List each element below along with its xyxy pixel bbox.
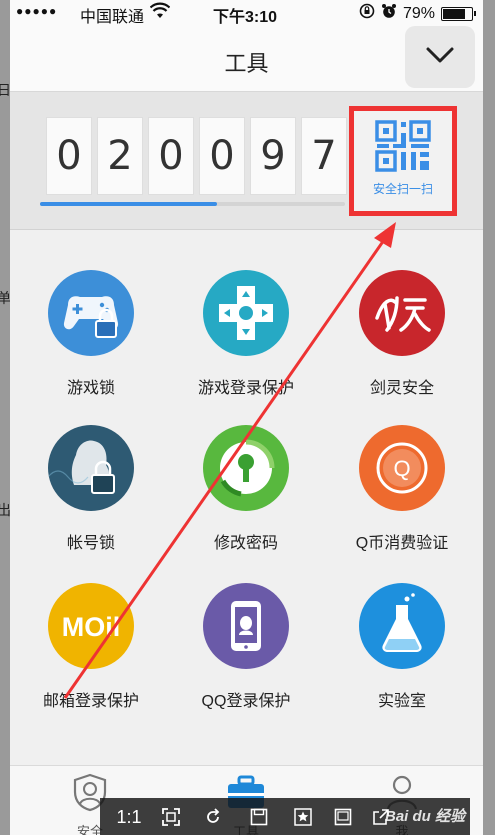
tool-game-login-protect[interactable]: 游戏登录保护 xyxy=(171,270,321,398)
flask-icon xyxy=(359,583,445,669)
counter-digit: 7 xyxy=(301,117,347,195)
counter-digit: 9 xyxy=(250,117,296,195)
tool-label: 实验室 xyxy=(377,693,426,710)
svg-text:MOil: MOil xyxy=(62,612,121,642)
window-icon[interactable] xyxy=(330,804,356,830)
phone-screen: ●●●●● 中国联通 下午3:10 79% 工具 0 2 0 0 9 7 安全扫… xyxy=(10,0,483,835)
phone-qq-icon xyxy=(203,583,289,669)
collapse-button[interactable] xyxy=(405,26,475,88)
progress-fill xyxy=(40,202,217,206)
right-edge-strip xyxy=(483,0,495,835)
wifi-icon xyxy=(149,2,171,25)
favorite-icon[interactable] xyxy=(290,804,316,830)
watermark: Bai du 经验 xyxy=(384,808,465,825)
jianling-logo-icon xyxy=(359,270,445,356)
qr-code-icon xyxy=(373,119,433,178)
keyhole-icon xyxy=(203,425,289,511)
security-counter: 0 2 0 0 9 7 安全扫一扫 xyxy=(10,92,483,230)
counter-digit: 0 xyxy=(46,117,92,195)
signal-strength: ●●●●● xyxy=(16,4,58,18)
tool-game-lock[interactable]: 游戏锁 xyxy=(16,270,166,398)
tool-label: 游戏锁 xyxy=(66,380,115,397)
tool-mail-login-protect[interactable]: MOil 邮箱登录保护 xyxy=(16,583,166,711)
dpad-icon xyxy=(203,270,289,356)
zoom-ratio-button[interactable]: 1:1 xyxy=(114,804,144,830)
chevron-down-icon xyxy=(425,46,455,69)
status-right: 79% xyxy=(359,3,476,24)
battery-icon xyxy=(441,6,476,21)
scan-label: 安全扫一扫 xyxy=(372,182,433,196)
tool-label: 剑灵安全 xyxy=(369,380,434,397)
status-bar: ●●●●● 中国联通 下午3:10 79% xyxy=(10,0,483,26)
rotation-lock-icon xyxy=(359,3,375,24)
counter-digit: 2 xyxy=(97,117,143,195)
tool-q-coin-verify[interactable]: Q Q币消费验证 xyxy=(327,425,477,553)
scan-button[interactable]: 安全扫一扫 xyxy=(349,106,457,216)
tool-label: Q币消费验证 xyxy=(355,535,449,552)
alarm-icon xyxy=(381,3,397,24)
left-edge-strip: 日 单 出 xyxy=(0,0,11,835)
clock: 下午3:10 xyxy=(213,9,278,26)
tool-jianling-security[interactable]: 剑灵安全 xyxy=(327,270,477,398)
tool-label: 修改密码 xyxy=(213,535,278,552)
fit-screen-icon[interactable] xyxy=(158,804,184,830)
page-header: 工具 xyxy=(10,26,483,92)
tool-qq-login-protect[interactable]: QQ登录保护 xyxy=(171,583,321,711)
tool-account-lock[interactable]: 帐号锁 xyxy=(16,425,166,553)
gamepad-lock-icon xyxy=(48,270,134,356)
tool-label: 游戏登录保护 xyxy=(197,380,294,397)
rotate-icon[interactable] xyxy=(200,804,226,830)
mail-logo-icon: MOil xyxy=(48,583,134,669)
q-coin-icon: Q xyxy=(359,425,445,511)
progress-bar xyxy=(40,202,345,206)
tool-label: 邮箱登录保护 xyxy=(42,693,139,710)
account-lock-icon xyxy=(48,425,134,511)
tool-lab[interactable]: 实验室 xyxy=(327,583,477,711)
carrier-name: 中国联通 xyxy=(80,9,145,26)
svg-text:Q: Q xyxy=(393,456,410,481)
counter-digit: 0 xyxy=(148,117,194,195)
battery-percent: 79% xyxy=(402,4,435,22)
counter-digit: 0 xyxy=(199,117,245,195)
tool-label: 帐号锁 xyxy=(66,535,115,552)
tool-change-password[interactable]: 修改密码 xyxy=(171,425,321,553)
save-icon[interactable] xyxy=(246,804,272,830)
tool-label: QQ登录保护 xyxy=(201,693,291,710)
